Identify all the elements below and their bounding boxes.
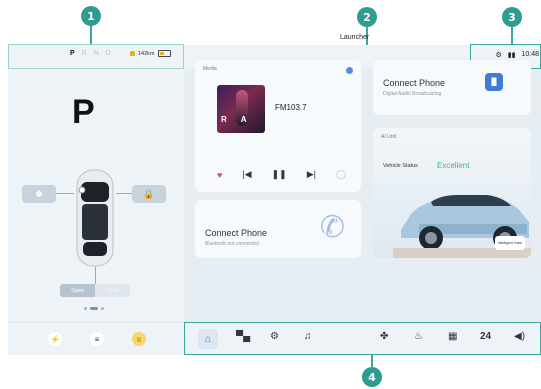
previous-icon[interactable]: |◀ xyxy=(242,169,251,180)
vehicle-status-value: Excellent xyxy=(437,161,470,170)
vehicle-panel: P R N D 142km P ✽ 🔒 Open Close xyxy=(8,45,184,321)
toggle-close[interactable]: Close xyxy=(95,284,130,297)
left-dock: ⚡ ≡ ʙ xyxy=(8,323,184,355)
connect-phone-subtitle: Bluetooth not connected xyxy=(205,241,259,247)
callout-badge-3: 3 xyxy=(502,7,522,27)
callout-line-4 xyxy=(371,354,373,368)
vehicle-status-label: Vehicle Status xyxy=(383,163,418,169)
gear-highlight xyxy=(8,44,184,69)
callout-badge-2: 2 xyxy=(357,7,377,27)
connect-phone-dab-subtitle: Digital Audio Broadcasting xyxy=(383,91,442,97)
media-source-icon[interactable] xyxy=(346,67,353,74)
radio-icon[interactable]: ▐▌ xyxy=(485,73,503,91)
connect-phone-title: Connect Phone xyxy=(205,228,268,238)
current-gear: P xyxy=(72,93,95,131)
callout-badge-4: 4 xyxy=(362,367,382,387)
toggle-open[interactable]: Open xyxy=(60,284,95,297)
page-dots xyxy=(84,307,104,310)
pause-icon[interactable]: ❚❚ xyxy=(272,169,287,180)
ai-unit-card[interactable]: AI Unit Vehicle Status Excellent Intelli… xyxy=(373,128,531,258)
callout-line-1 xyxy=(90,26,92,45)
media-icon[interactable]: ≡ xyxy=(90,332,104,346)
album-text: R A xyxy=(221,115,253,124)
heart-icon[interactable]: ♥ xyxy=(217,170,222,180)
media-card[interactable]: Media R A FM103.7 ♥ |◀ ❚❚ ▶| ◯ xyxy=(195,60,361,192)
power-icon[interactable]: ⚡ xyxy=(48,332,62,346)
media-controls: ♥ |◀ ❚❚ ▶| ◯ xyxy=(217,169,346,180)
door-toggle[interactable]: Open Close xyxy=(60,284,130,297)
lock-icon: 🔒 xyxy=(143,188,155,199)
connect-phone-dab-title: Connect Phone xyxy=(383,78,446,88)
launcher-title: Launcher xyxy=(340,34,370,41)
media-label: Media xyxy=(203,66,217,72)
connect-phone-dab-card[interactable]: Connect Phone Digital Audio Broadcasting… xyxy=(373,60,531,115)
dock-highlight xyxy=(184,322,541,355)
bluetooth-icon[interactable]: ʙ xyxy=(132,332,146,346)
car-top-view xyxy=(71,168,119,268)
loop-icon[interactable]: ◯ xyxy=(336,169,346,180)
fan-icon: ✽ xyxy=(35,188,43,199)
station-name: FM103.7 xyxy=(275,103,307,112)
callout-badge-1: 1 xyxy=(81,6,101,26)
album-art: R A xyxy=(217,85,265,133)
ai-voice-badge[interactable]: Intelligent Voice xyxy=(495,236,525,250)
lock-button[interactable]: 🔒 xyxy=(132,185,166,203)
connect-phone-bluetooth-card[interactable]: Connect Phone Bluetooth not connected ✆ xyxy=(195,200,361,258)
connector-bottom xyxy=(95,267,96,284)
fan-button[interactable]: ✽ xyxy=(22,185,56,203)
callout-line-3 xyxy=(511,27,513,44)
phone-icon: ✆ xyxy=(319,211,345,244)
ai-label: AI Unit xyxy=(381,134,397,140)
next-icon[interactable]: ▶| xyxy=(307,169,316,180)
